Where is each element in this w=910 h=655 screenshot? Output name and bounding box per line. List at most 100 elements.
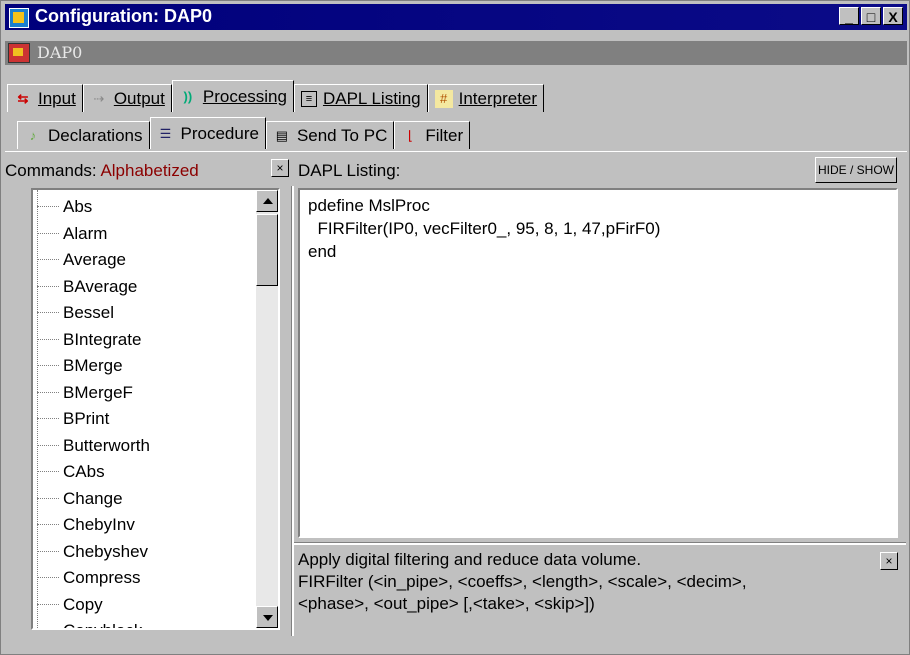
tab-input-label: Input <box>38 88 76 108</box>
list-item[interactable]: Compress <box>37 565 140 591</box>
list-item-label: Change <box>63 488 123 508</box>
list-item[interactable]: Chebyshev <box>37 539 148 565</box>
commands-list[interactable]: Abs Alarm Average BAverage Bessel BIntegrate B… <box>31 188 280 630</box>
list-item-label: CAbs <box>63 462 105 481</box>
list-item[interactable]: Butterworth <box>37 433 150 459</box>
list-item-label: Alarm <box>63 223 108 243</box>
list-item[interactable]: Copyblock <box>37 618 142 628</box>
list-item-label: BPrint <box>63 409 110 428</box>
help-syntax-1: FIRFilter (<in_pipe>, <coeffs>, <length>… <box>298 572 747 591</box>
tree-connector <box>37 418 59 420</box>
tab-send-to-pc[interactable]: ▤ Send To PC <box>265 121 395 149</box>
tree-connector <box>37 603 59 606</box>
processing-icon: )) <box>183 88 193 104</box>
list-item[interactable]: Copy <box>37 592 103 618</box>
splitter-vertical[interactable] <box>291 186 294 636</box>
list-item-label: Bessel <box>63 303 115 322</box>
listing-icon: ≡ <box>300 90 317 107</box>
commands-close-button[interactable]: × <box>271 159 289 177</box>
input-icon: ⇆ <box>17 90 29 106</box>
list-item[interactable]: BMerge <box>37 353 123 379</box>
list-item-label: BMergeF <box>63 382 133 402</box>
interpreter-icon: # <box>434 89 453 108</box>
arrow-up-icon <box>263 198 273 204</box>
scroll-thumb[interactable] <box>256 214 278 286</box>
tree-connector <box>37 365 59 367</box>
code-line: FIRFilter(IP0, vecFilter0_, 95, 8, 1, 47… <box>308 219 661 238</box>
scroll-up-button[interactable] <box>256 190 278 212</box>
list-item[interactable]: BMergeF <box>37 380 133 406</box>
list-item-label: Chebyshev <box>63 541 149 561</box>
commands-scrollbar[interactable] <box>256 190 278 628</box>
dapl-listing-label: DAPL Listing: <box>298 161 401 180</box>
tree-connector <box>37 285 59 288</box>
dapl-editor[interactable]: pdefine MslProc FIRFilter(IP0, vecFilter… <box>298 188 898 538</box>
main-tab-row: ⇆ Input ⇢ Output )) Processing ≡ DAPL Li… <box>7 80 545 112</box>
list-item-label: BMerge <box>63 356 123 375</box>
list-item[interactable]: Alarm <box>37 221 107 247</box>
arrow-down-icon <box>263 615 273 621</box>
list-item-label: Average <box>63 250 127 269</box>
configuration-window: Configuration: DAP0 _ □ X DAP0 ⇆ Input ⇢… <box>0 0 910 655</box>
list-item-label: Copyblock <box>63 621 142 628</box>
tab-filter-label: Filter <box>425 125 464 145</box>
list-item[interactable]: Bessel <box>37 300 114 326</box>
code-line: end <box>308 242 337 261</box>
list-item[interactable]: CAbs <box>37 459 105 485</box>
device-name: DAP0 <box>37 43 83 62</box>
tab-procedure[interactable]: ☰ Procedure <box>149 117 266 149</box>
splitter-horizontal[interactable] <box>294 542 906 545</box>
sub-tab-row: ♪ Declarations ☰ Procedure ▤ Send To PC … <box>17 117 471 149</box>
help-text: Apply digital filtering and reduce data … <box>298 549 898 615</box>
tab-output-label: Output <box>113 88 165 108</box>
list-item[interactable]: Abs <box>37 194 92 220</box>
tree-connector <box>37 391 59 394</box>
title-bar[interactable]: Configuration: DAP0 _ □ X <box>5 4 907 30</box>
tab-declarations[interactable]: ♪ Declarations <box>17 121 150 149</box>
hide-show-button[interactable]: HIDE / SHOW <box>815 157 897 183</box>
tab-filter[interactable]: ⌊ Filter <box>394 121 471 149</box>
window-title: Configuration: DAP0 <box>35 6 212 26</box>
tab-separator <box>5 151 907 152</box>
tab-procedure-label: Procedure <box>180 123 259 143</box>
tree-connector <box>37 338 59 341</box>
tab-input[interactable]: ⇆ Input <box>7 84 83 112</box>
tab-processing[interactable]: )) Processing <box>171 80 294 112</box>
list-item[interactable]: BPrint <box>37 406 109 432</box>
help-close-button[interactable]: × <box>880 552 898 570</box>
help-description: Apply digital filtering and reduce data … <box>298 550 642 569</box>
maximize-button[interactable]: □ <box>861 7 881 25</box>
list-item[interactable]: Change <box>37 486 123 512</box>
output-icon: ⇢ <box>93 90 105 106</box>
list-item[interactable]: Average <box>37 247 126 273</box>
scroll-down-button[interactable] <box>256 606 278 628</box>
commands-title: Commands: <box>5 161 97 180</box>
list-item[interactable]: ChebyInv <box>37 512 135 538</box>
list-item[interactable]: BIntegrate <box>37 327 141 353</box>
list-item-label: BAverage <box>63 276 138 296</box>
close-button[interactable]: X <box>883 7 903 25</box>
tab-output[interactable]: ⇢ Output <box>82 84 172 112</box>
device-bar: DAP0 <box>5 41 907 65</box>
tab-interpreter[interactable]: # Interpreter <box>427 84 545 112</box>
minimize-button[interactable]: _ <box>839 7 859 25</box>
procedure-icon: ☰ <box>159 125 172 141</box>
list-item-label: ChebyInv <box>63 515 135 534</box>
filter-icon: ⌊ <box>407 127 413 143</box>
tree-connector <box>37 577 59 579</box>
tab-dapl-listing-label: DAPL Listing <box>322 88 421 108</box>
tab-send-to-pc-label: Send To PC <box>296 125 388 145</box>
app-icon <box>9 8 29 28</box>
list-item-label: BIntegrate <box>63 329 142 349</box>
tab-dapl-listing[interactable]: ≡ DAPL Listing <box>293 84 428 112</box>
list-item-label: Copy <box>63 594 103 614</box>
tab-interpreter-label: Interpreter <box>458 88 538 108</box>
code-line: pdefine MslProc <box>308 196 430 215</box>
tree-connector <box>37 524 59 526</box>
list-item[interactable]: BAverage <box>37 274 137 300</box>
commands-mode[interactable]: Alphabetized <box>100 161 198 180</box>
tree-connector <box>37 259 59 261</box>
list-item-label: Compress <box>63 568 141 587</box>
tree-connector <box>37 232 59 235</box>
declarations-icon: ♪ <box>29 127 37 143</box>
